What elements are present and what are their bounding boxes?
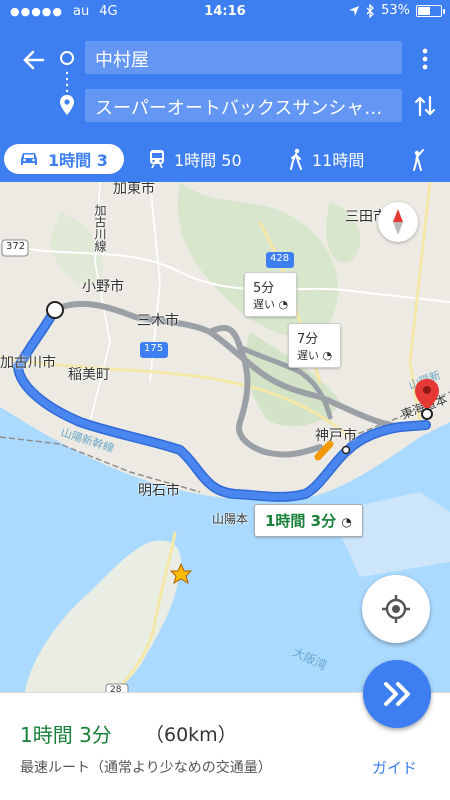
more-options-icon[interactable] bbox=[418, 46, 432, 72]
battery-icon bbox=[416, 4, 445, 17]
map-label-miki: 三木市 bbox=[137, 313, 179, 329]
start-navigation-button[interactable] bbox=[363, 660, 431, 728]
destination-pin-icon bbox=[60, 95, 74, 115]
alt-route-1-note: 遅い bbox=[253, 298, 275, 311]
road-shield-372: 372 bbox=[6, 241, 26, 252]
map-label-kakogawa-line: 加古川線 bbox=[93, 204, 107, 252]
alt-route-callout-1[interactable]: 5分 遅い ◔ bbox=[244, 272, 298, 317]
route-duration: 1時間 3分 bbox=[20, 723, 112, 747]
bluetooth-icon bbox=[366, 3, 375, 18]
map-label-kakogawa-city: 加古川市 bbox=[0, 355, 56, 371]
back-arrow-icon[interactable] bbox=[18, 44, 50, 76]
road-shield-28: 28 bbox=[110, 685, 122, 692]
compass-button[interactable] bbox=[378, 202, 418, 242]
tab-car[interactable]: 1時間 3 bbox=[4, 144, 124, 174]
travel-mode-bar: 1時間 3 1時間 50 11時間 bbox=[0, 136, 450, 182]
train-icon bbox=[150, 150, 164, 169]
destination-marker-icon[interactable] bbox=[413, 378, 441, 420]
walk-duration: 11時間 bbox=[312, 151, 365, 170]
alt-route-2-time: 7分 bbox=[297, 332, 319, 347]
status-bar: ●●●●● au 4G 14:16 53% bbox=[0, 0, 450, 24]
transit-duration: 1時間 50 bbox=[174, 151, 242, 170]
traffic-icon: ◔ bbox=[322, 349, 333, 362]
traffic-icon: ◔ bbox=[341, 515, 352, 529]
location-arrow-icon bbox=[349, 5, 360, 16]
main-route-time: 1時間 3分 bbox=[265, 512, 337, 530]
tab-transit[interactable]: 1時間 50 bbox=[148, 144, 242, 174]
top-bar: ●●●●● au 4G 14:16 53% 中村屋 スーパーオートバックスサンシ… bbox=[0, 0, 450, 136]
battery-percent: 53% bbox=[381, 3, 410, 18]
road-shield-428: 428 bbox=[270, 253, 290, 264]
compass-icon bbox=[393, 209, 403, 235]
map-label-kato: 加東市 bbox=[113, 182, 155, 197]
person-hailing-icon bbox=[413, 149, 424, 171]
main-route-callout[interactable]: 1時間 3分 ◔ bbox=[254, 504, 363, 537]
origin-input[interactable]: 中村屋 bbox=[85, 41, 402, 74]
map-label-kobe: 神戸市 bbox=[315, 428, 357, 444]
route-distance: （60km） bbox=[145, 724, 237, 746]
origin-circle-icon bbox=[60, 51, 74, 65]
route-description: 最速ルート（通常より少なめの交通量） bbox=[20, 760, 272, 776]
traffic-icon: ◔ bbox=[278, 298, 289, 311]
car-duration: 1時間 3 bbox=[48, 151, 108, 170]
map-label-inami: 稲美町 bbox=[68, 367, 110, 383]
route-connector bbox=[66, 70, 68, 92]
my-location-button[interactable] bbox=[362, 575, 430, 643]
map-label-akashi: 明石市 bbox=[138, 483, 180, 499]
double-chevron-right-icon bbox=[384, 682, 410, 706]
walking-icon bbox=[290, 148, 302, 170]
battery-fill bbox=[418, 6, 430, 15]
map-label-ono: 小野市 bbox=[82, 279, 124, 295]
destination-input[interactable]: スーパーオートバックスサンシャ… bbox=[85, 89, 402, 122]
map-label-sanyo-main: 山陽本 bbox=[212, 512, 249, 526]
map-view[interactable]: 372 428 175 28 加東市 加古川線 三田市 小野市 三木市 加古川市… bbox=[0, 182, 450, 692]
alt-route-1-time: 5分 bbox=[253, 281, 275, 296]
car-icon bbox=[21, 153, 37, 165]
tab-walk[interactable]: 11時間 bbox=[288, 144, 364, 174]
crosshair-icon bbox=[382, 595, 410, 623]
guide-button[interactable]: ガイド bbox=[372, 757, 417, 778]
alt-route-2-note: 遅い bbox=[297, 349, 319, 362]
tab-ride[interactable] bbox=[408, 144, 430, 174]
road-shield-175: 175 bbox=[144, 343, 164, 354]
swap-icon[interactable] bbox=[412, 93, 438, 119]
alt-route-callout-2[interactable]: 7分 遅い ◔ bbox=[288, 323, 342, 368]
